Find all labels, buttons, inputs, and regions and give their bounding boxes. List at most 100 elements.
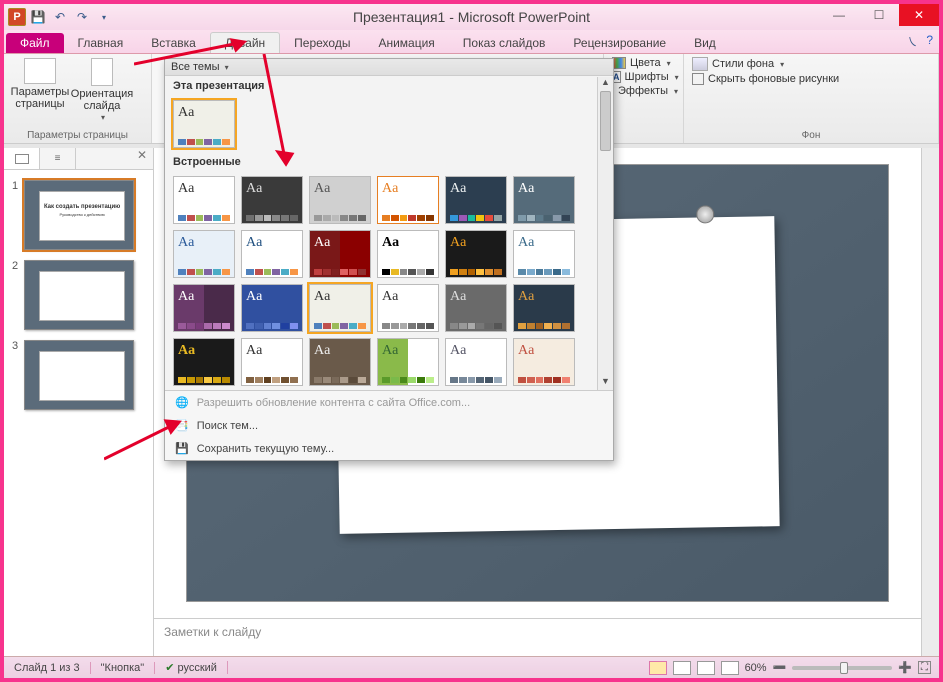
hide-background-checkbox[interactable]: Скрыть фоновые рисунки <box>690 72 932 86</box>
tab-анимация[interactable]: Анимация <box>364 33 448 53</box>
tab-дизайн[interactable]: Дизайн <box>210 32 280 53</box>
slide-thumbnail[interactable]: 2 <box>12 260 145 330</box>
tab-показ слайдов[interactable]: Показ слайдов <box>449 33 560 53</box>
zoom-thumb[interactable] <box>840 662 848 674</box>
theme-thumbnail[interactable]: Aa <box>241 230 303 278</box>
zoom-slider[interactable] <box>792 666 892 670</box>
theme-thumbnail[interactable]: Aa <box>309 284 371 332</box>
builtin-label: Встроенные <box>165 152 613 172</box>
slide-thumbnail[interactable]: 1Как создать презентациюРуководство к де… <box>12 180 145 250</box>
theme-thumbnail[interactable]: Aa <box>377 338 439 386</box>
scroll-down-icon[interactable]: ▼ <box>598 376 613 390</box>
office-update-link: 🌐Разрешить обновление контента с сайта O… <box>165 391 613 414</box>
undo-icon[interactable]: ↶ <box>50 7 70 27</box>
fit-window-button[interactable]: ⛶ <box>918 661 931 674</box>
theme-thumbnail[interactable]: Aa <box>377 176 439 224</box>
theme-thumbnail[interactable]: Aa <box>513 338 575 386</box>
panel-close-button[interactable]: ✕ <box>131 148 153 169</box>
theme-thumbnail[interactable]: Aa <box>173 230 235 278</box>
slide-number: 1 <box>12 180 18 250</box>
outline-tab-icon: ≡ <box>55 153 61 164</box>
theme-thumbnail[interactable]: Aa <box>241 284 303 332</box>
theme-thumbnail[interactable]: Aa <box>377 284 439 332</box>
theme-thumbnail[interactable]: Aa <box>309 176 371 224</box>
theme-thumbnail[interactable]: Aa <box>513 284 575 332</box>
theme-name[interactable]: "Кнопка" <box>91 662 156 674</box>
quick-access-toolbar: P 💾 ↶ ↷ ▾ <box>4 7 114 27</box>
theme-thumbnail[interactable]: Aa <box>173 176 235 224</box>
effects-button[interactable]: Эффекты▾ <box>610 84 677 98</box>
scroll-thumb[interactable] <box>600 91 611 151</box>
theme-thumbnail[interactable]: Aa <box>309 230 371 278</box>
theme-thumbnail[interactable]: Aa <box>513 230 575 278</box>
redo-icon[interactable]: ↷ <box>72 7 92 27</box>
slideshow-view-button[interactable] <box>721 661 739 675</box>
page-setup-group-label: Параметры страницы <box>10 128 145 141</box>
themes-gallery: Все темы ▾ Эта презентация Aa Встроенные… <box>164 58 614 461</box>
gallery-footer: 🌐Разрешить обновление контента с сайта O… <box>165 390 613 460</box>
save-theme-icon: 💾 <box>175 442 189 455</box>
notes-pane[interactable]: Заметки к слайду <box>154 618 921 656</box>
slides-tab[interactable] <box>4 148 40 169</box>
slide-orientation-button[interactable]: Ориентация слайда ▾ <box>72 56 132 124</box>
page-parameters-label: Параметры страницы <box>10 86 70 110</box>
background-styles-icon <box>692 57 708 71</box>
gallery-scrollbar[interactable]: ▲ ▼ <box>597 77 613 390</box>
fonts-button[interactable]: AШрифты▾ <box>610 70 677 84</box>
file-tab[interactable]: Файл <box>6 33 64 53</box>
window-title: Презентация1 - Microsoft PowerPoint <box>4 9 939 25</box>
theme-thumbnail[interactable]: Aa <box>173 338 235 386</box>
colors-button[interactable]: Цвета▾ <box>610 56 677 70</box>
globe-icon: 🌐 <box>175 396 189 409</box>
normal-view-button[interactable] <box>649 661 667 675</box>
theme-thumbnail[interactable]: Aa <box>445 338 507 386</box>
minimize-ribbon-icon[interactable]: ㇏ <box>906 33 918 50</box>
qat-customize-icon[interactable]: ▾ <box>94 7 114 27</box>
maximize-button[interactable]: ☐ <box>859 4 899 26</box>
tab-главная[interactable]: Главная <box>64 33 138 53</box>
window-controls: — ☐ ✕ <box>819 4 939 26</box>
theme-thumbnail[interactable]: Aa <box>173 100 235 148</box>
save-theme-button[interactable]: 💾Сохранить текущую тему... <box>165 437 613 460</box>
hide-background-label: Скрыть фоновые рисунки <box>708 73 839 85</box>
close-button[interactable]: ✕ <box>899 4 939 26</box>
gallery-header[interactable]: Все темы ▾ <box>165 59 613 76</box>
zoom-out-button[interactable]: ➖ <box>773 661 787 674</box>
help-icon[interactable]: ? <box>926 33 933 50</box>
scroll-up-icon[interactable]: ▲ <box>598 77 613 91</box>
theme-thumbnail[interactable]: Aa <box>241 338 303 386</box>
slide-counter[interactable]: Слайд 1 из 3 <box>4 662 91 674</box>
spellcheck-icon: ✔ <box>165 662 174 674</box>
zoom-in-button[interactable]: ➕ <box>898 661 912 674</box>
tab-вставка[interactable]: Вставка <box>137 33 210 53</box>
reading-view-button[interactable] <box>697 661 715 675</box>
theme-thumbnail[interactable]: Aa <box>241 176 303 224</box>
app-icon[interactable]: P <box>8 8 26 26</box>
theme-thumbnail[interactable]: Aa <box>445 176 507 224</box>
search-themes-button[interactable]: 📑Поиск тем... <box>165 414 613 437</box>
sorter-view-button[interactable] <box>673 661 691 675</box>
theme-thumbnail[interactable]: Aa <box>445 230 507 278</box>
fonts-label: Шрифты <box>625 71 669 83</box>
slides-panel: ≡ ✕ 1Как создать презентациюРуководство … <box>4 148 154 656</box>
theme-thumbnail[interactable]: Aa <box>377 230 439 278</box>
tab-вид[interactable]: Вид <box>680 33 730 53</box>
tab-переходы[interactable]: Переходы <box>280 33 364 53</box>
slide-thumbnail[interactable]: 3 <box>12 340 145 410</box>
zoom-level[interactable]: 60% <box>745 662 767 674</box>
language-indicator[interactable]: ✔ русский <box>155 661 228 674</box>
save-icon[interactable]: 💾 <box>28 7 48 27</box>
background-styles-button[interactable]: Стили фона▾ <box>690 56 932 72</box>
theme-thumbnail[interactable]: Aa <box>173 284 235 332</box>
colors-icon <box>612 57 626 69</box>
theme-thumbnail[interactable]: Aa <box>309 338 371 386</box>
status-bar: Слайд 1 из 3 "Кнопка" ✔ русский 60% ➖ ➕ … <box>4 656 939 678</box>
page-parameters-button[interactable]: Параметры страницы <box>10 56 70 124</box>
tab-рецензирование[interactable]: Рецензирование <box>559 33 680 53</box>
background-group-label: Фон <box>690 128 932 141</box>
theme-thumbnail[interactable]: Aa <box>513 176 575 224</box>
outline-tab[interactable]: ≡ <box>40 148 76 169</box>
minimize-button[interactable]: — <box>819 4 859 26</box>
vertical-scrollbar[interactable] <box>921 148 939 656</box>
theme-thumbnail[interactable]: Aa <box>445 284 507 332</box>
